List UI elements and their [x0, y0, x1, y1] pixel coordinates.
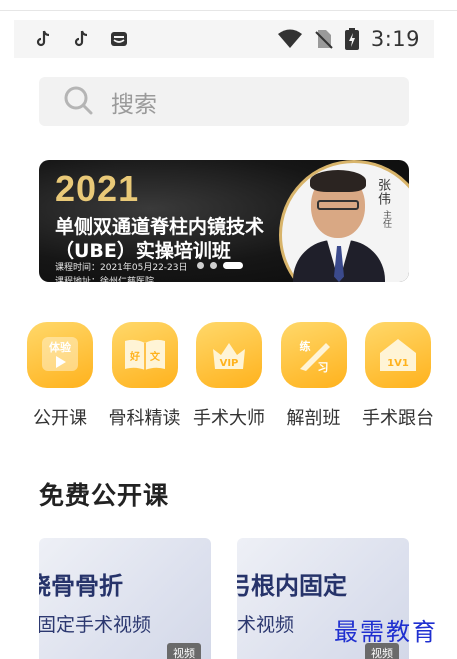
svg-text:1V1: 1V1	[387, 358, 409, 369]
course-card-title: 桡骨骨折	[39, 571, 123, 600]
speaker-name: 张伟	[375, 178, 390, 206]
course-card[interactable]: 桡骨骨折 固定手术视频 视频	[39, 538, 211, 659]
scalpel-icon: 练 习	[280, 322, 347, 388]
speaker-title: 主任	[381, 210, 391, 228]
carousel-dot[interactable]	[197, 262, 204, 269]
message-icon	[110, 30, 128, 48]
tiktok-icon	[72, 30, 90, 48]
svg-text:文: 文	[150, 350, 161, 363]
video-tag: 视频	[167, 643, 201, 659]
search-icon	[63, 85, 93, 119]
course-card-title: 弓根内固定	[237, 571, 347, 600]
category-label: 手术跟台	[362, 408, 434, 429]
watermark: 最需教育	[334, 618, 438, 646]
tiktok-icon	[34, 30, 52, 48]
promo-banner[interactable]: 2021 单侧双通道脊柱内镜技术 （UBE）实操培训班 课程时间：2021年05…	[39, 160, 409, 282]
course-card-subtitle: 术视频	[237, 614, 295, 636]
status-bar: 3:19	[14, 20, 434, 58]
banner-date: 课程时间：2021年05月22-23日	[55, 263, 188, 273]
speaker-glasses	[317, 200, 359, 210]
carousel-dot-active[interactable]	[223, 262, 243, 269]
svg-text:好: 好	[129, 350, 140, 363]
category-label: 骨科精读	[108, 408, 181, 429]
status-left-icons	[34, 30, 128, 48]
category-label: 公开课	[33, 408, 87, 429]
banner-title-line1: 单侧双通道脊柱内镜技术	[55, 216, 265, 238]
category-surgery-shadowing[interactable]: 1V1 手术跟台	[358, 322, 438, 430]
wifi-icon	[277, 29, 303, 48]
course-card-subtitle: 固定手术视频	[39, 614, 152, 636]
search-bar[interactable]: 搜索	[39, 77, 409, 126]
category-grid: 体验 公开课 好 文 骨科精读 VIP 手术大师 练 习 解剖班 1V1 手术跟…	[20, 322, 438, 430]
speaker-hair	[310, 170, 366, 192]
search-placeholder: 搜索	[111, 91, 157, 118]
house-1v1-icon: 1V1	[365, 322, 431, 388]
battery-charging-icon	[344, 28, 359, 50]
category-surgery-master[interactable]: VIP 手术大师	[189, 322, 269, 430]
carousel-indicator[interactable]	[197, 262, 243, 269]
svg-text:练: 练	[299, 339, 310, 353]
category-label: 解剖班	[286, 408, 341, 429]
status-right-icons: 3:19	[277, 27, 420, 51]
book-icon: 好 文	[111, 322, 178, 388]
banner-address: 课程地址：徐州仁慈医院	[55, 277, 155, 282]
banner-year: 2021	[55, 168, 140, 209]
trial-play-icon: 体验	[27, 322, 93, 388]
status-time: 3:19	[370, 27, 420, 51]
category-open-class[interactable]: 体验 公开课	[20, 322, 100, 430]
no-sim-icon	[315, 30, 333, 49]
category-label: 手术大师	[193, 408, 265, 429]
category-orthopedics-reading[interactable]: 好 文 骨科精读	[105, 322, 185, 430]
top-divider	[0, 10, 457, 11]
section-title: 免费公开课	[39, 481, 170, 510]
svg-text:VIP: VIP	[220, 358, 239, 369]
carousel-dot[interactable]	[210, 262, 217, 269]
banner-title-line2: （UBE）实操培训班	[55, 240, 231, 262]
svg-text:体验: 体验	[49, 340, 72, 354]
category-anatomy-class[interactable]: 练 习 解剖班	[274, 322, 354, 430]
crown-vip-icon: VIP	[196, 322, 262, 388]
svg-text:习: 习	[317, 361, 328, 374]
